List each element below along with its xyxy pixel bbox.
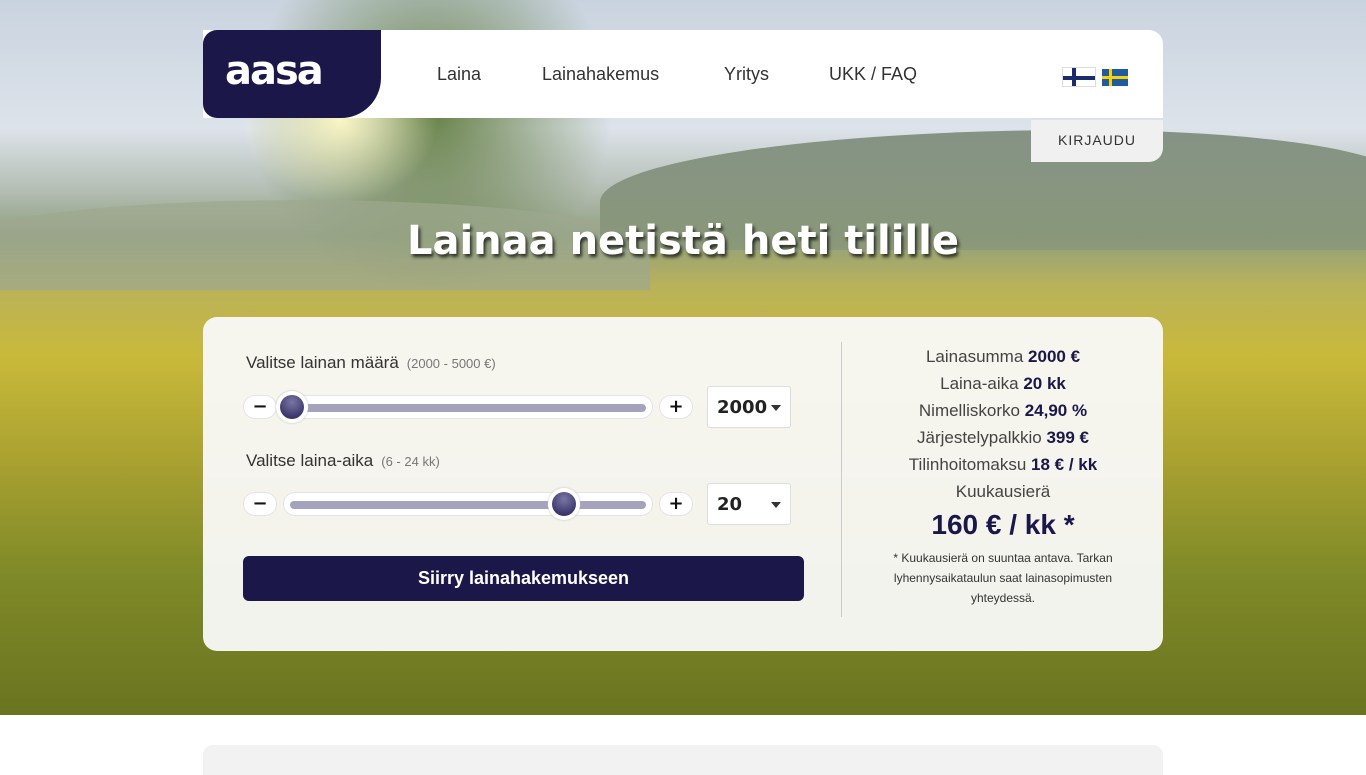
loan-summary: Lainasumma 2000 € Laina-aika 20 kk Nimel… (863, 343, 1143, 608)
nav-laina[interactable]: Laina (437, 64, 481, 85)
amount-plus-button[interactable]: + (659, 395, 693, 419)
summary-row: Nimelliskorko 24,90 % (918, 401, 1088, 420)
apply-button[interactable]: Siirry lainahakemukseen (243, 556, 804, 601)
monthly-label: Kuukausierä (955, 482, 1051, 501)
divider (841, 342, 842, 617)
summary-row: Laina-aika 20 kk (940, 374, 1066, 393)
amount-slider[interactable] (276, 391, 653, 423)
term-minus-button[interactable]: − (243, 492, 277, 516)
summary-row: Tilinhoitomaksu 18 € / kk (908, 455, 1098, 474)
nav-yritys[interactable]: Yritys (724, 64, 769, 85)
summary-row: Järjestelypalkkio 399 € (916, 428, 1089, 447)
swedish-flag-icon[interactable] (1102, 69, 1128, 86)
login-button[interactable]: KIRJAUDU (1031, 120, 1163, 162)
finnish-flag-icon[interactable] (1062, 67, 1096, 87)
monthly-payment: 160 € / kk * (931, 509, 1075, 540)
term-plus-button[interactable]: + (659, 492, 693, 516)
summary-row: Lainasumma 2000 € (925, 347, 1081, 366)
amount-slider-handle[interactable] (276, 391, 308, 423)
term-slider-handle[interactable] (548, 488, 581, 520)
logo[interactable]: aasa (203, 30, 381, 118)
amount-select[interactable]: 2000 (707, 386, 791, 428)
term-select[interactable]: 20 (707, 483, 791, 525)
amount-minus-button[interactable]: − (243, 395, 277, 419)
nav-faq[interactable]: UKK / FAQ (829, 64, 917, 85)
loan-calculator: Valitse lainan määrä (2000 - 5000 €) − + … (203, 317, 1163, 651)
amount-label: Valitse lainan määrä (2000 - 5000 €) (246, 353, 496, 372)
term-label: Valitse laina-aika (6 - 24 kk) (246, 451, 440, 470)
nav-lainahakemus[interactable]: Lainahakemus (542, 64, 659, 85)
disclaimer-note: * Kuukausierä on suuntaa antava. Tarkan … (893, 551, 1113, 605)
hero-title: Lainaa netistä heti tilille (406, 218, 960, 264)
term-slider[interactable] (283, 488, 653, 520)
next-section (203, 745, 1163, 775)
